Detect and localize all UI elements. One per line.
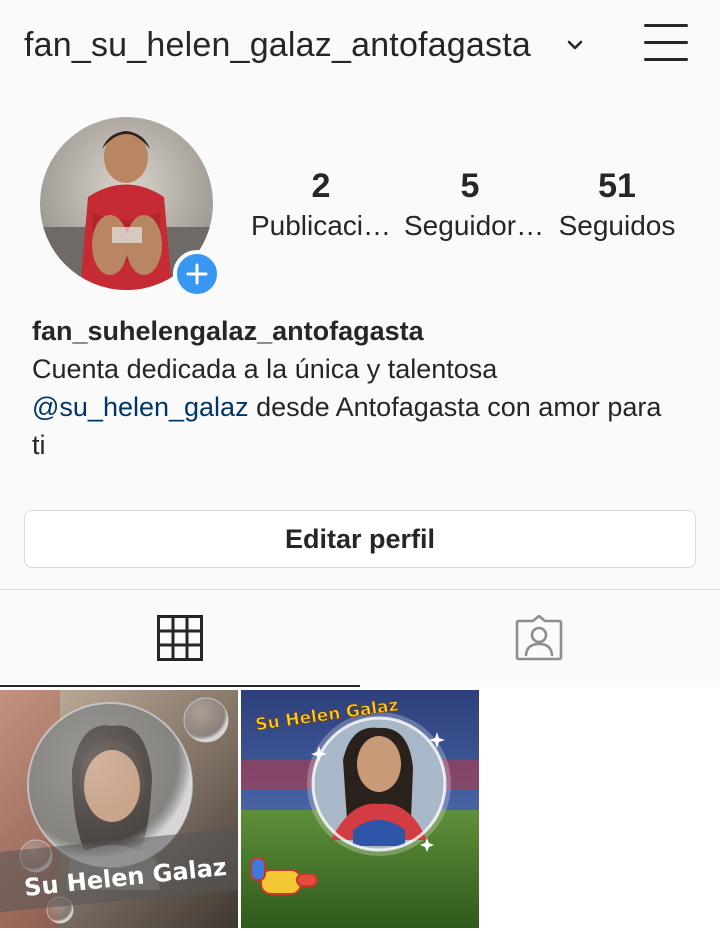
following-label: Seguidos [558,210,676,241]
tagged-person-icon [515,615,563,661]
plus-icon [186,263,208,285]
profile-bio: fan_suhelengalaz_antofagasta Cuenta dedi… [32,312,692,464]
bio-line-2: @su_helen_galaz desde Antofagasta con am… [32,388,692,426]
posts-label: Publicaci… [250,210,392,241]
tab-grid[interactable] [0,590,360,687]
mention-link[interactable]: @su_helen_galaz [32,392,249,422]
account-switcher-username[interactable]: fan_su_helen_galaz_antofagasta [24,26,531,65]
grid-icon [157,615,203,661]
stat-followers[interactable]: 5 Seguidor… [404,165,545,245]
top-bar: fan_su_helen_galaz_antofagasta [0,0,720,92]
post-thumbnail[interactable]: Su Helen Galaz [241,690,479,928]
hamburger-menu-icon[interactable] [644,24,690,64]
bio-name: fan_suhelengalaz_antofagasta [32,316,424,346]
bio-line-1: Cuenta dedicada a la única y talentosa [32,354,498,384]
followers-label: Seguidor… [404,210,545,241]
profile-tabs [0,589,720,687]
stat-following[interactable]: 51 Seguidos [552,165,682,245]
followers-count: 5 [460,167,480,205]
tab-tagged[interactable] [360,590,720,687]
post-thumbnail[interactable]: Su Helen Galaz [0,690,238,928]
add-story-button[interactable] [173,250,221,298]
chevron-down-icon[interactable] [566,36,584,54]
edit-profile-button[interactable]: Editar perfil [24,510,696,568]
bio-line-3: ti [32,430,46,460]
posts-count: 2 [311,167,331,205]
stat-posts[interactable]: 2 Publicaci… [250,165,392,245]
following-count: 51 [598,167,636,205]
bio-line-2-text: desde Antofagasta con amor para [248,392,662,422]
